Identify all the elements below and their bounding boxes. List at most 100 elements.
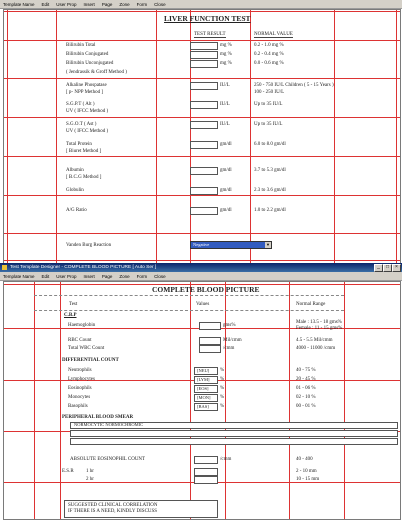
menu-template-name[interactable]: Template Name <box>3 2 35 7</box>
lft-name: Bilirubin Total <box>66 43 96 48</box>
menu-insert[interactable]: Insert <box>84 274 95 279</box>
lft-unit: gm/dl <box>220 208 232 213</box>
menu-close[interactable]: Close <box>154 2 166 7</box>
lft-method: UV ( IFCC Method ) <box>66 109 109 114</box>
designer-menubar: Template Name Edit User Prop Insert Page… <box>0 0 402 9</box>
aec-name: ABSOLUTE EOSINOPHIL COUNT <box>70 457 146 462</box>
lft-unit: mg % <box>220 61 232 66</box>
lft-name: Bilirubin Unconjugated <box>66 61 114 66</box>
aec-normal: 40 - 400 <box>296 457 313 462</box>
lft-unit: gm/dl <box>220 168 232 173</box>
lft-col-result: TEST RESULT <box>194 32 226 38</box>
lft-result-field[interactable] <box>190 207 218 215</box>
suggestion-line-2: IF THERE IS A NEED, KINDLY DISCUSS <box>68 509 158 514</box>
lft-name: Bilirubin Conjugated <box>66 52 109 57</box>
menu-zone[interactable]: Zone <box>119 274 129 279</box>
cbp-title: COMPLETE BLOOD PICTURE <box>152 285 260 294</box>
lft-method: [ p- NPP Method ] <box>66 90 104 95</box>
menu-user-prop[interactable]: User Prop <box>56 274 76 279</box>
diff-unit: % <box>220 404 225 409</box>
minimize-button[interactable]: _ <box>374 264 383 272</box>
menu-edit[interactable]: Edit <box>42 274 50 279</box>
chevron-down-icon[interactable]: ▼ <box>265 242 271 248</box>
lft-unit: mg % <box>220 52 232 57</box>
vanden-burg-select[interactable]: Negative ▼ <box>190 241 272 249</box>
menu-close[interactable]: Close <box>154 274 166 279</box>
app-icon <box>2 265 7 270</box>
menu-form[interactable]: Form <box>137 2 148 7</box>
lft-result-field[interactable] <box>190 167 218 175</box>
lft-normal: 2.3 to 3.6 gm/dl <box>254 188 286 193</box>
menu-user-prop[interactable]: User Prop <box>56 2 76 7</box>
lft-normal: Up to 35 IU/L <box>254 102 283 107</box>
menu-zone[interactable]: Zone <box>119 2 129 7</box>
window-titlebar: Test Template Designer - COMPLETE BLOOD … <box>0 263 402 272</box>
hb-normal-female: Female : 11 - 15 gms% <box>296 326 343 331</box>
vanden-burg-label: Vanden Burg Reaction <box>66 243 112 248</box>
hb-normal: Male : 13.5 - 18 gms% <box>296 320 342 325</box>
diff-name: Monocytes <box>68 395 91 400</box>
rbc-value-field[interactable] <box>199 337 221 345</box>
hb-value-field[interactable] <box>199 322 221 330</box>
lft-normal-2: 100 - 250 IU/L <box>254 90 285 95</box>
lft-name: A/G Ratio <box>66 208 87 213</box>
lft-method: ( Jendrassik & Groff Method ) <box>66 70 127 75</box>
smear-field-3[interactable] <box>70 438 398 445</box>
maximize-button[interactable]: □ <box>383 264 392 272</box>
lft-result-field[interactable] <box>190 60 218 68</box>
menu-insert[interactable]: Insert <box>84 2 95 7</box>
vanden-burg-value: Negative <box>193 242 210 247</box>
aec-value-field[interactable] <box>194 456 218 464</box>
diff-name: Neutrophils <box>68 368 92 373</box>
close-button[interactable]: × <box>392 264 401 272</box>
lft-normal: 0.0 - 0.6 mg % <box>254 61 284 66</box>
lft-template-canvas[interactable]: LIVER FUNCTION TEST TEST RESULT NORMAL V… <box>3 9 401 264</box>
lft-name: Albumin <box>66 168 84 173</box>
lft-result-field[interactable] <box>190 82 218 90</box>
lft-result-field[interactable] <box>190 187 218 195</box>
diff-code: [NEU] <box>197 368 210 373</box>
menu-page[interactable]: Page <box>102 2 113 7</box>
diff-normal: 00 - 01 % <box>296 404 316 409</box>
lft-unit: IU/L <box>220 122 230 127</box>
diff-unit: % <box>220 368 225 373</box>
lft-method: [ B.C.G Method ] <box>66 175 102 180</box>
lft-result-field[interactable] <box>190 51 218 59</box>
smear-field-2[interactable] <box>70 430 398 437</box>
diff-unit: % <box>220 395 225 400</box>
menu-page[interactable]: Page <box>102 274 113 279</box>
diff-normal: 40 - 75 % <box>296 368 316 373</box>
hb-name: Haemoglobin <box>68 323 96 328</box>
diff-code: [LYM] <box>197 377 210 382</box>
lft-unit: IU/L <box>220 83 230 88</box>
lft-normal: 250 - 750 IU/L Children ( 5 - 15 Years ) <box>254 83 334 88</box>
diff-name: Basophils <box>68 404 88 409</box>
suggestion-box[interactable]: SUGGESTED CLINICAL CORRELATION IF THERE … <box>64 500 218 518</box>
lft-name: Globulin <box>66 188 84 193</box>
lft-col-normal: NORMAL VALUE <box>254 32 293 38</box>
lft-result-field[interactable] <box>190 121 218 129</box>
wbc-unit: /cmm <box>223 346 235 351</box>
cbp-section-label: C.B.P <box>64 313 77 318</box>
lft-result-field[interactable] <box>190 101 218 109</box>
menu-edit[interactable]: Edit <box>42 2 50 7</box>
lft-result-field[interactable] <box>190 42 218 50</box>
lft-normal: 3.7 to 5.3 gm/dl <box>254 168 286 173</box>
cbp-template-canvas[interactable]: COMPLETE BLOOD PICTURE Test Values Norma… <box>3 281 401 520</box>
esr-2hr-field[interactable] <box>194 476 218 484</box>
lft-result-field[interactable] <box>190 141 218 149</box>
lft-name: Alkaline Phospatase <box>66 83 107 88</box>
esr-1hr-field[interactable] <box>194 468 218 476</box>
wbc-value-field[interactable] <box>199 345 221 353</box>
diff-count-label: DIFFERENTIAL COUNT <box>62 358 119 363</box>
lft-name: S.G.O.T ( Ast ) <box>66 122 97 127</box>
lft-normal: Up to 35 IU/L <box>254 122 283 127</box>
diff-normal: 01 - 06 % <box>296 386 316 391</box>
lft-name: Total Protein <box>66 142 92 147</box>
smear-label: PERIPHERAL BLOOD SMEAR <box>62 415 134 420</box>
menu-template-name[interactable]: Template Name <box>3 274 35 279</box>
menu-form[interactable]: Form <box>137 274 148 279</box>
lft-unit: IU/L <box>220 102 230 107</box>
window-title: Test Template Designer - COMPLETE BLOOD … <box>10 265 157 270</box>
diff-normal: 02 - 10 % <box>296 395 316 400</box>
